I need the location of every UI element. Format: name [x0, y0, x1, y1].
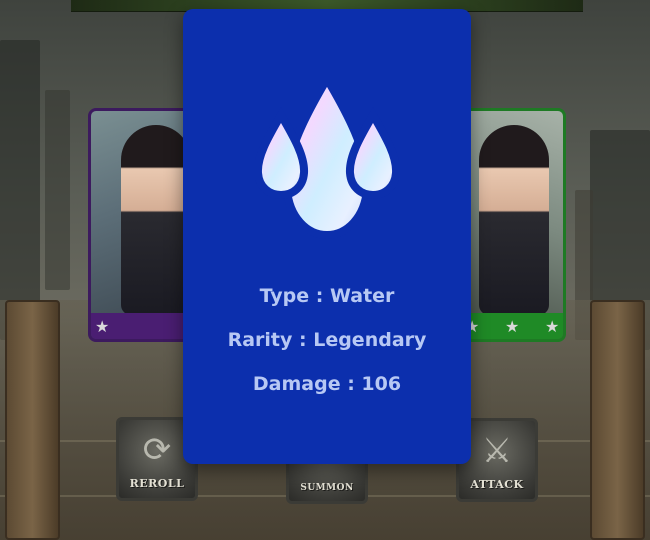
character-portrait: [479, 125, 549, 315]
star-icon: ★: [95, 317, 110, 336]
card-rarity-text: Rarity : Legendary: [227, 329, 427, 351]
attack-label: ATTACK: [470, 478, 524, 491]
water-drops-icon: [255, 79, 399, 239]
reroll-icon: ⟳: [142, 430, 172, 470]
reroll-label: REROLL: [129, 477, 185, 490]
card-type-text: Type : Water: [259, 285, 395, 307]
attack-icon: ⚔: [481, 431, 513, 471]
ruin-column-left: [0, 40, 40, 340]
star-icon: ★: [505, 317, 520, 336]
ruin-column-left-back: [45, 90, 70, 290]
star-icon: ★: [545, 317, 560, 336]
wooden-pillar-right: [590, 300, 645, 540]
card-damage-text: Damage : 106: [252, 373, 402, 395]
summon-label: SUMMON: [300, 483, 354, 493]
character-portrait: [121, 125, 191, 315]
wooden-pillar-left: [5, 300, 60, 540]
card-detail-popup: Type : Water Rarity : Legendary Damage :…: [183, 9, 471, 464]
game-screen: ★ ★ ★ ★ ⟳ REROLL ✦ SUMMON ⚔ ATTACK: [0, 0, 650, 540]
